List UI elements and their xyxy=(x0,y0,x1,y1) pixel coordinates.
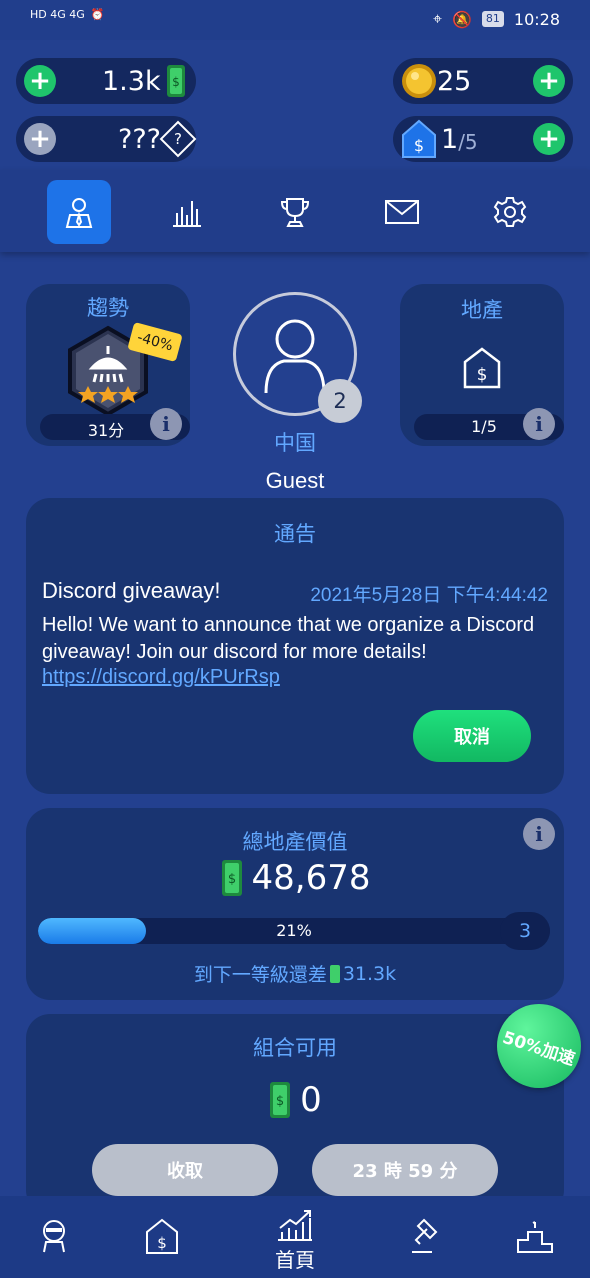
boost-badge[interactable]: 50%加速 xyxy=(497,1004,581,1088)
combo-value-row: $ 0 xyxy=(26,1080,564,1120)
gear-icon xyxy=(493,197,527,227)
svg-text:$: $ xyxy=(227,872,235,887)
total-value-card: 總地產價值 i $ 48,678 21% 3 到下一等級還差 31.3k xyxy=(26,808,564,1000)
cancel-button[interactable]: 取消 xyxy=(413,710,531,762)
total-value-info-button[interactable]: i xyxy=(523,818,555,850)
person-outline-icon xyxy=(264,319,326,394)
svg-text:$: $ xyxy=(477,365,488,385)
trophy-icon xyxy=(280,198,310,227)
trend-card[interactable]: 趨勢 -40% 31分 i xyxy=(26,284,190,446)
profile-country: 中国 xyxy=(274,431,316,455)
combo-card: 組合可用 $ 0 收取 23 時 59 分 xyxy=(26,1014,564,1214)
level-progress-label: 21% xyxy=(276,921,312,940)
cash-stack-icon: $ xyxy=(166,65,185,97)
mystery-diamond-icon: ? xyxy=(159,120,197,158)
to-next-level-text: 到下一等級還差 xyxy=(193,964,327,986)
add-coins-button[interactable]: + xyxy=(533,65,565,97)
next-level-badge: 3 xyxy=(500,912,550,950)
tab-mail[interactable] xyxy=(370,180,434,244)
coin-icon xyxy=(402,64,436,98)
total-value-title: 總地產價值 xyxy=(242,830,348,854)
level-progress-bar: 21% xyxy=(38,918,550,944)
svg-text:$: $ xyxy=(172,75,180,89)
notice-title: 通告 xyxy=(274,522,316,546)
combo-title: 組合可用 xyxy=(253,1036,337,1060)
nav-character[interactable] xyxy=(36,1218,72,1254)
realty-count: 1/5 xyxy=(471,417,497,436)
mystery-pill: + ??? ? xyxy=(16,116,197,162)
to-next-level-value: 31.3k xyxy=(342,962,397,985)
battery-indicator: 81 xyxy=(481,11,504,27)
status-bar: HD 4G 4G ⏰ ⌖ 🔕 81 10:28 xyxy=(0,0,590,40)
notice-headline: Discord giveaway! xyxy=(42,578,221,603)
bottom-nav: $ 首頁 xyxy=(0,1196,590,1278)
svg-text:$: $ xyxy=(414,136,424,155)
cash-stack-icon: $ xyxy=(270,1082,291,1118)
house-dollar-outline-icon: $ xyxy=(463,347,501,389)
collect-button[interactable]: 收取 xyxy=(92,1144,278,1196)
mystery-value: ??? xyxy=(118,123,161,155)
mute-icon: 🔕 xyxy=(451,9,472,29)
notice-date: 2021年5月28日 下午4:44:42 xyxy=(310,585,548,606)
cash-pill: + 1.3k $ xyxy=(16,58,196,104)
signal-indicators: HD 4G 4G xyxy=(30,8,85,21)
timer-button[interactable]: 23 時 59 分 xyxy=(312,1144,498,1196)
notice-card: 通告 Discord giveaway! 2021年5月28日 下午4:44:4… xyxy=(26,498,564,794)
bar-chart-icon xyxy=(173,201,201,227)
cash-value: 1.3k xyxy=(102,65,161,97)
to-next-level-row: 到下一等級還差 31.3k xyxy=(26,960,564,987)
realty-title: 地產 xyxy=(461,298,503,322)
nav-auction[interactable] xyxy=(410,1216,448,1254)
properties-pill: $ 1 /5 + xyxy=(393,116,573,162)
gavel-icon xyxy=(412,1218,438,1253)
svg-text:$: $ xyxy=(276,1094,284,1109)
tab-settings[interactable] xyxy=(478,180,542,244)
cash-small-icon xyxy=(329,964,340,983)
svg-text:$: $ xyxy=(157,1234,167,1252)
alarm-icon: ⏰ xyxy=(90,8,105,21)
nav-leaderboard[interactable] xyxy=(516,1218,554,1254)
businessman-icon xyxy=(65,198,93,228)
trend-info-button[interactable]: i xyxy=(150,408,182,440)
realty-card[interactable]: 地產 $ 1/5 i xyxy=(400,284,564,446)
total-value-row: $ 48,678 xyxy=(26,858,564,898)
house-dollar-outline-icon: $ xyxy=(146,1218,178,1254)
coins-value: 25 xyxy=(437,65,472,97)
mystery-badge-label: ? xyxy=(174,130,182,148)
nav-home[interactable]: 首頁 xyxy=(262,1206,328,1274)
cash-stack-icon: $ xyxy=(221,860,242,896)
coins-pill: 25 + xyxy=(393,58,573,104)
add-mystery-button[interactable]: + xyxy=(24,123,56,155)
top-tab-bar xyxy=(0,170,590,252)
trend-score: 31分 xyxy=(87,421,125,440)
boost-label: 50%加速 xyxy=(499,1027,577,1070)
growth-chart-icon xyxy=(278,1210,312,1241)
add-cash-button[interactable]: + xyxy=(24,65,56,97)
character-icon xyxy=(43,1220,65,1253)
status-signal: HD 4G 4G ⏰ xyxy=(30,8,104,21)
profile-name: Guest xyxy=(265,468,325,493)
location-icon: ⌖ xyxy=(432,9,442,28)
tab-trophy[interactable] xyxy=(263,180,327,244)
mail-icon xyxy=(385,200,419,224)
clock: 10:28 xyxy=(513,9,560,29)
add-property-button[interactable]: + xyxy=(533,123,565,155)
properties-max: /5 xyxy=(458,130,478,154)
notice-link[interactable]: https://discord.gg/kPUrRsp xyxy=(42,666,280,689)
combo-value: 0 xyxy=(300,1080,322,1120)
nav-home-label: 首頁 xyxy=(275,1248,315,1272)
status-right: ⌖ 🔕 81 10:28 xyxy=(433,9,560,29)
tab-stats[interactable] xyxy=(155,180,219,244)
nav-realty[interactable]: $ xyxy=(144,1218,180,1256)
total-value-amount: 48,678 xyxy=(251,858,371,898)
notice-body: Hello! We want to announce that we organ… xyxy=(42,614,535,663)
properties-count: 1 xyxy=(441,123,459,155)
podium-icon xyxy=(517,1221,553,1253)
house-dollar-icon: $ xyxy=(402,119,436,158)
trend-title: 趨勢 xyxy=(87,296,129,320)
tab-profile[interactable] xyxy=(47,180,111,244)
level-badge: 2 xyxy=(318,379,362,423)
realty-info-button[interactable]: i xyxy=(523,408,555,440)
